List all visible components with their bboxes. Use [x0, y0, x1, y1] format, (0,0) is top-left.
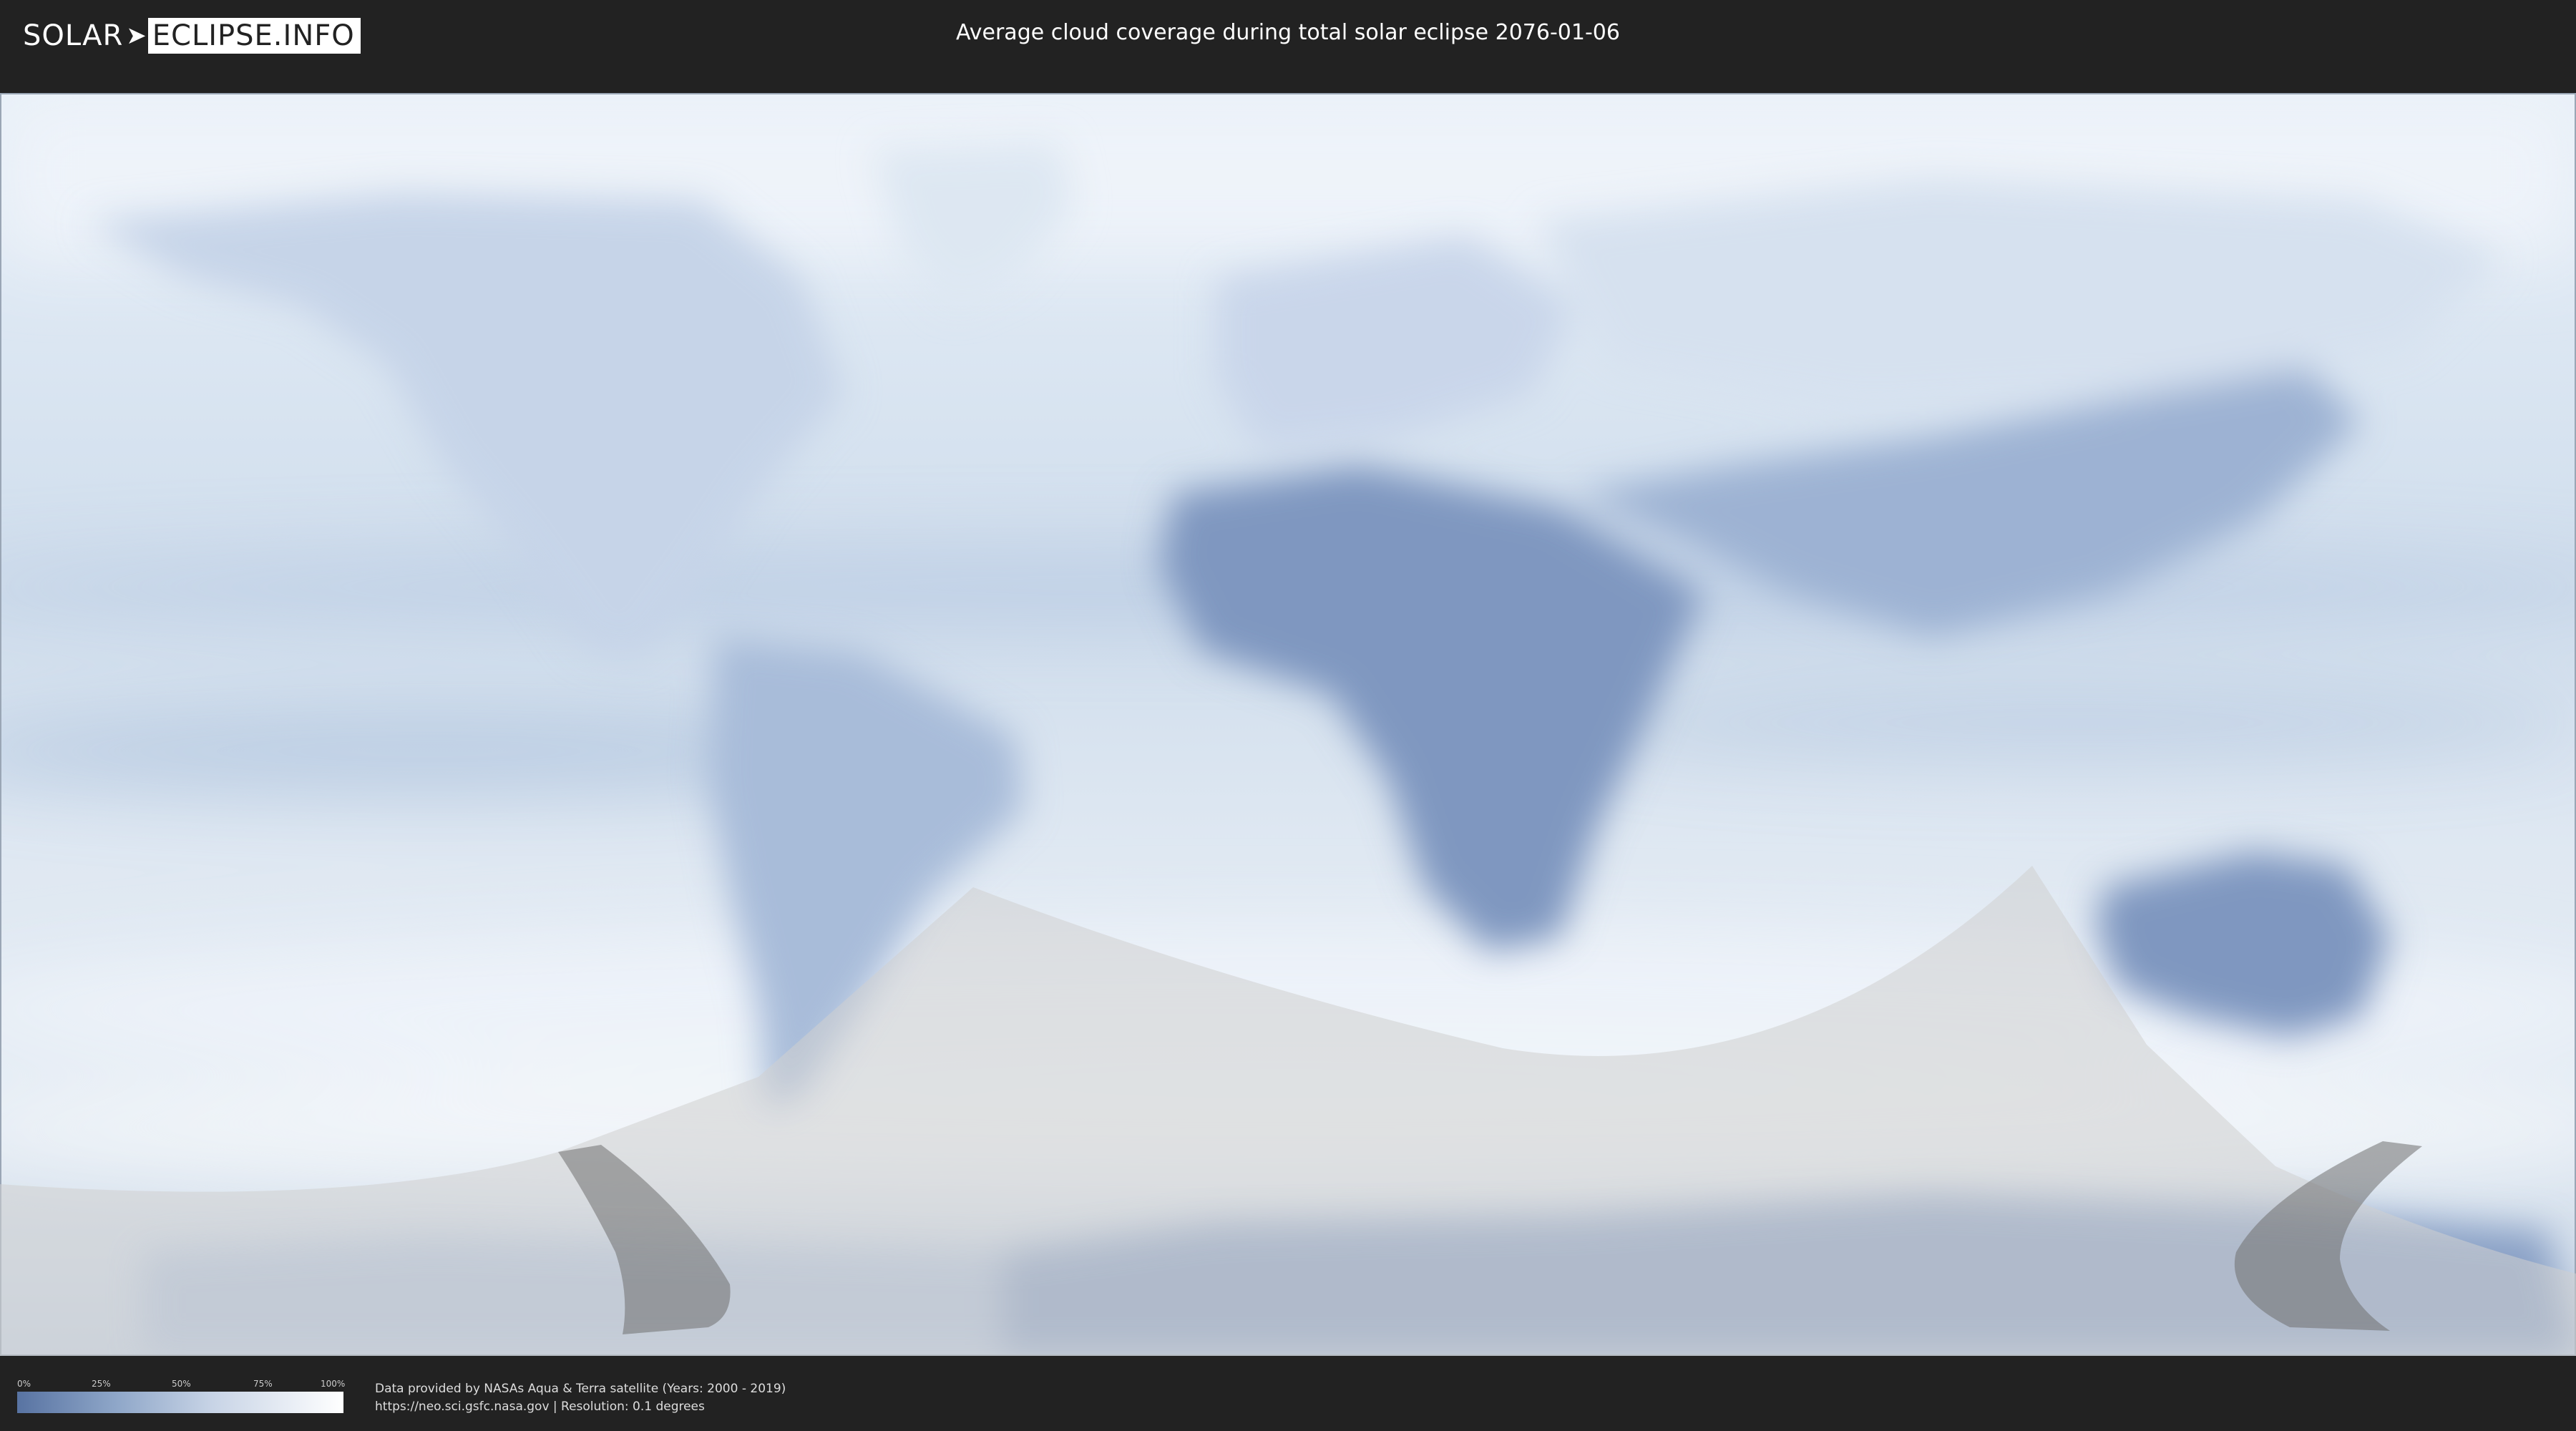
legend-tick-100: 100% [321, 1379, 346, 1389]
header-bar: SOLAR ➤ ECLIPSE.INFO Average cloud cover… [0, 0, 2576, 72]
legend-color-bar [17, 1392, 343, 1413]
map-canvas [0, 93, 2576, 1356]
legend-tick-50: 50% [172, 1379, 191, 1389]
data-credits: Data provided by NASAs Aqua & Terra sate… [375, 1380, 786, 1416]
europe [1216, 236, 1574, 451]
cloud-coverage-legend: 0% 25% 50% 75% 100% [17, 1379, 346, 1413]
credits-line-1: Data provided by NASAs Aqua & Terra sate… [375, 1382, 786, 1396]
legend-ticks: 0% 25% 50% 75% 100% [17, 1379, 346, 1392]
asia-north [1538, 179, 2504, 408]
page-title: Average cloud coverage during total sola… [956, 20, 1620, 45]
africa [1159, 465, 1703, 952]
cloud-coverage-map[interactable] [0, 93, 2576, 1356]
legend-tick-0: 0% [17, 1379, 31, 1389]
legend-tick-25: 25% [92, 1379, 111, 1389]
greenland [873, 143, 1073, 308]
legend-tick-75: 75% [253, 1379, 273, 1389]
footer-bar: 0% 25% 50% 75% 100% Data provided by NAS… [0, 1356, 2576, 1431]
credits-line-2[interactable]: https://neo.sci.gsfc.nasa.gov | Resoluti… [375, 1398, 786, 1416]
